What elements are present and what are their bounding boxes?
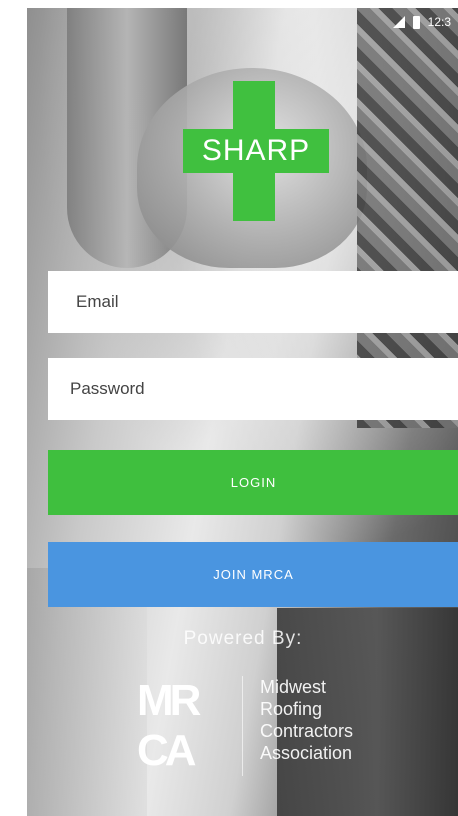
mrca-mark-top: MR xyxy=(137,676,201,725)
mrca-logo: MR CA Midwest Roofing Contractors Associ… xyxy=(137,670,387,786)
sharp-logo: SHARP xyxy=(183,81,329,221)
powered-by-label: Powered By: xyxy=(183,628,303,649)
mrca-org-name: Midwest Roofing Contractors Association xyxy=(260,676,353,764)
password-field[interactable] xyxy=(48,358,458,420)
signal-icon xyxy=(392,16,405,28)
battery-icon xyxy=(412,15,420,29)
email-field[interactable] xyxy=(48,271,458,333)
org-name-line: Association xyxy=(260,743,353,763)
background-photo-arm xyxy=(67,8,187,268)
org-name-line: Roofing xyxy=(260,699,323,719)
login-screen: 12:3 SHARP LOGIN JOIN MRCA Powered By: M… xyxy=(27,8,458,816)
mrca-logo-mark: MR CA xyxy=(137,676,217,780)
status-bar: 12:3 xyxy=(392,8,451,36)
join-mrca-button[interactable]: JOIN MRCA xyxy=(48,542,458,607)
org-name-line: Midwest xyxy=(260,677,327,697)
status-time: 12:3 xyxy=(427,15,451,29)
logo-text: SHARP xyxy=(201,134,311,167)
org-name-line: Contractors xyxy=(260,721,354,741)
mrca-logo-divider xyxy=(242,676,243,776)
login-button[interactable]: LOGIN xyxy=(48,450,458,515)
mrca-mark-bottom: CA xyxy=(137,726,197,775)
